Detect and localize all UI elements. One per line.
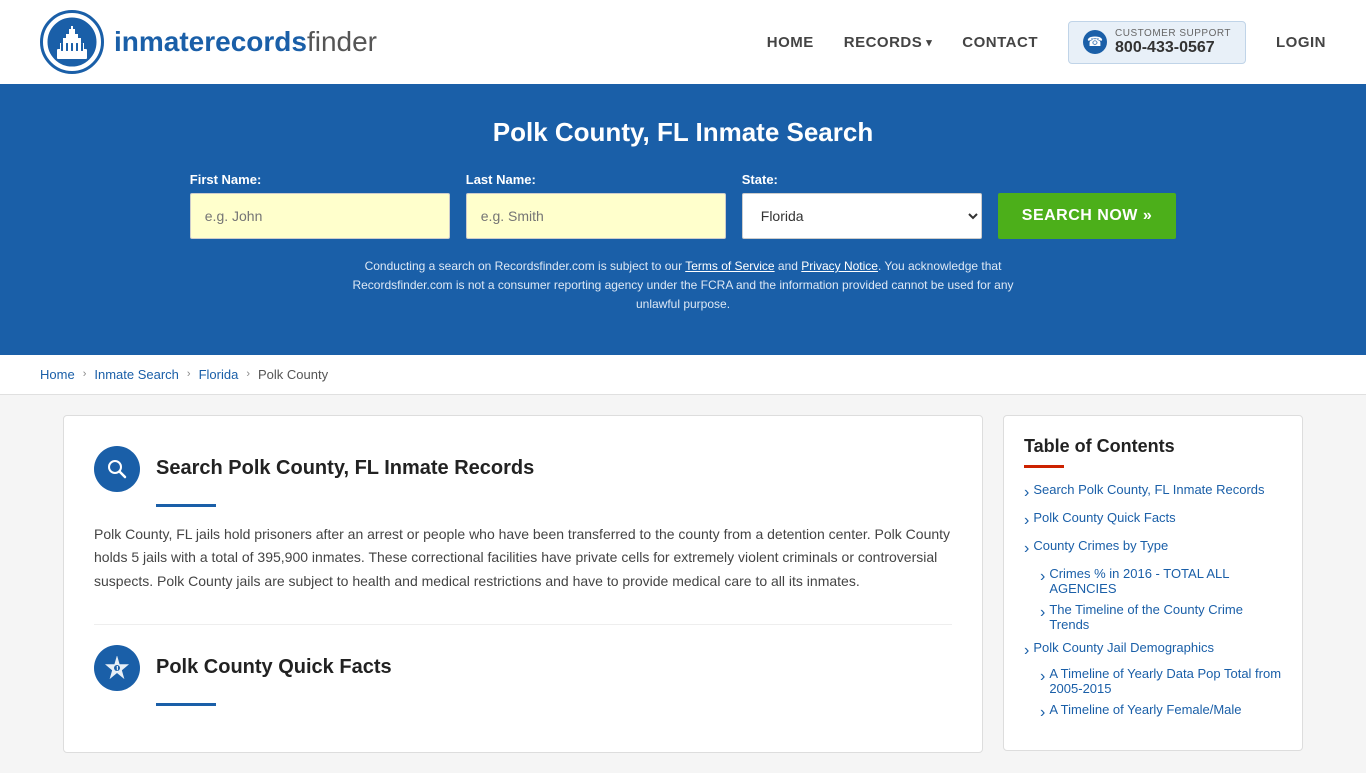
section-divider — [94, 624, 952, 625]
toc-sub-chevron-4b — [1040, 604, 1045, 622]
toc-chevron-1 — [1024, 484, 1029, 502]
toc-link-2[interactable]: Polk County Quick Facts — [1024, 510, 1282, 530]
toc-label-5: Polk County Jail Demographics — [1033, 640, 1214, 655]
left-panel: Search Polk County, FL Inmate Records Po… — [63, 415, 983, 753]
svg-text:!: ! — [116, 665, 119, 674]
section1-header: Search Polk County, FL Inmate Records — [94, 446, 952, 492]
breadcrumb-florida[interactable]: Florida — [199, 367, 239, 382]
toc-sub-chevron-4a — [1040, 568, 1045, 586]
site-header: inmaterecordsfinder HOME RECORDS ▾ CONTA… — [0, 0, 1366, 87]
breadcrumb-sep-1: › — [83, 368, 87, 380]
logo-text-bold: finder — [307, 26, 377, 57]
breadcrumb-sep-2: › — [187, 368, 191, 380]
nav-records-label: RECORDS — [844, 34, 923, 51]
logo-text-regular: inmaterecords — [114, 26, 307, 57]
toc-item-5: Polk County Jail Demographics A Timeline… — [1024, 640, 1282, 722]
toc-item-2: Polk County Quick Facts — [1024, 510, 1282, 530]
section1-text: Polk County, FL jails hold prisoners aft… — [94, 523, 952, 604]
breadcrumb-sep-3: › — [246, 368, 250, 380]
records-chevron-icon: ▾ — [926, 36, 932, 49]
support-number: 800-433-0567 — [1115, 39, 1231, 57]
toc-sub-4: Crimes % in 2016 - TOTAL ALL AGENCIES Th… — [1024, 566, 1282, 632]
support-box[interactable]: ☎ CUSTOMER SUPPORT 800-433-0567 — [1068, 21, 1246, 64]
breadcrumb-home[interactable]: Home — [40, 367, 75, 382]
toc-sub-item-5b: A Timeline of Yearly Female/Male — [1040, 702, 1282, 722]
toc-sub-link-5b[interactable]: A Timeline of Yearly Female/Male — [1040, 702, 1282, 722]
support-text: CUSTOMER SUPPORT 800-433-0567 — [1115, 28, 1231, 57]
support-label: CUSTOMER SUPPORT — [1115, 28, 1231, 39]
logo-icon — [40, 10, 104, 74]
toc-item-3: County Crimes by Type — [1024, 538, 1282, 558]
toc-title: Table of Contents — [1024, 436, 1282, 457]
section1-title: Search Polk County, FL Inmate Records — [156, 457, 534, 480]
logo-area: inmaterecordsfinder — [40, 10, 377, 74]
nav-records[interactable]: RECORDS ▾ — [844, 34, 933, 51]
toc-label-3: County Crimes by Type — [1033, 538, 1168, 553]
toc-sub-5: A Timeline of Yearly Data Pop Total from… — [1024, 666, 1282, 722]
breadcrumb-polk-county: Polk County — [258, 367, 328, 382]
phone-icon: ☎ — [1083, 30, 1107, 54]
nav-contact[interactable]: CONTACT — [962, 34, 1038, 51]
privacy-link[interactable]: Privacy Notice — [801, 259, 878, 273]
hero-disclaimer: Conducting a search on Recordsfinder.com… — [333, 257, 1033, 315]
toc-chevron-3 — [1024, 540, 1029, 558]
toc-label-2: Polk County Quick Facts — [1033, 510, 1175, 525]
main-nav: HOME RECORDS ▾ CONTACT ☎ CUSTOMER SUPPOR… — [767, 21, 1326, 64]
last-name-label: Last Name: — [466, 172, 536, 187]
nav-home[interactable]: HOME — [767, 34, 814, 51]
toc-sub-item-4a: Crimes % in 2016 - TOTAL ALL AGENCIES — [1040, 566, 1282, 596]
section1-underline — [156, 504, 216, 507]
toc-sub-link-4a[interactable]: Crimes % in 2016 - TOTAL ALL AGENCIES — [1040, 566, 1282, 596]
state-label: State: — [742, 172, 778, 187]
last-name-group: Last Name: — [466, 172, 726, 239]
toc-chevron-2 — [1024, 512, 1029, 530]
toc-link-5[interactable]: Polk County Jail Demographics — [1024, 640, 1282, 660]
logo-text: inmaterecordsfinder — [114, 26, 377, 58]
toc-sub-item-5a: A Timeline of Yearly Data Pop Total from… — [1040, 666, 1282, 696]
toc-item-1: Search Polk County, FL Inmate Records — [1024, 482, 1282, 502]
toc-list: Search Polk County, FL Inmate Records Po… — [1024, 482, 1282, 722]
tos-link[interactable]: Terms of Service — [685, 259, 774, 273]
toc-sub-label-4a: Crimes % in 2016 - TOTAL ALL AGENCIES — [1049, 566, 1282, 596]
toc-sub-label-5b: A Timeline of Yearly Female/Male — [1049, 702, 1241, 717]
first-name-group: First Name: — [190, 172, 450, 239]
toc-link-3[interactable]: County Crimes by Type — [1024, 538, 1282, 558]
main-content: Search Polk County, FL Inmate Records Po… — [43, 415, 1323, 753]
toc-sub-chevron-5a — [1040, 668, 1045, 686]
breadcrumb: Home › Inmate Search › Florida › Polk Co… — [0, 355, 1366, 395]
section2-header: ! Polk County Quick Facts — [94, 645, 952, 691]
hero-title: Polk County, FL Inmate Search — [40, 117, 1326, 148]
search-section-icon — [94, 446, 140, 492]
toc-sub-item-4b: The Timeline of the County Crime Trends — [1040, 602, 1282, 632]
search-form: First Name: Last Name: State: Florida Al… — [40, 172, 1326, 239]
section2-title: Polk County Quick Facts — [156, 656, 392, 679]
state-group: State: Florida Alabama Alaska Arizona Ca… — [742, 172, 982, 239]
right-panel: Table of Contents Search Polk County, FL… — [1003, 415, 1303, 751]
breadcrumb-inmate-search[interactable]: Inmate Search — [94, 367, 179, 382]
nav-login[interactable]: LOGIN — [1276, 34, 1326, 51]
toc-sub-link-4b[interactable]: The Timeline of the County Crime Trends — [1040, 602, 1282, 632]
state-select[interactable]: Florida Alabama Alaska Arizona Californi… — [742, 193, 982, 239]
toc-sub-chevron-5b — [1040, 704, 1045, 722]
search-button[interactable]: SEARCH NOW » — [998, 193, 1176, 239]
first-name-label: First Name: — [190, 172, 262, 187]
toc-link-1[interactable]: Search Polk County, FL Inmate Records — [1024, 482, 1282, 502]
toc-underline — [1024, 465, 1064, 468]
toc-sub-label-4b: The Timeline of the County Crime Trends — [1049, 602, 1282, 632]
toc-item-4: Crimes % in 2016 - TOTAL ALL AGENCIES Th… — [1024, 566, 1282, 632]
facts-section-icon: ! — [94, 645, 140, 691]
toc-sub-link-5a[interactable]: A Timeline of Yearly Data Pop Total from… — [1040, 666, 1282, 696]
section2-underline — [156, 703, 216, 706]
last-name-input[interactable] — [466, 193, 726, 239]
toc-sub-label-5a: A Timeline of Yearly Data Pop Total from… — [1049, 666, 1282, 696]
hero-section: Polk County, FL Inmate Search First Name… — [0, 87, 1366, 355]
toc-label-1: Search Polk County, FL Inmate Records — [1033, 482, 1264, 497]
toc-chevron-5 — [1024, 642, 1029, 660]
first-name-input[interactable] — [190, 193, 450, 239]
